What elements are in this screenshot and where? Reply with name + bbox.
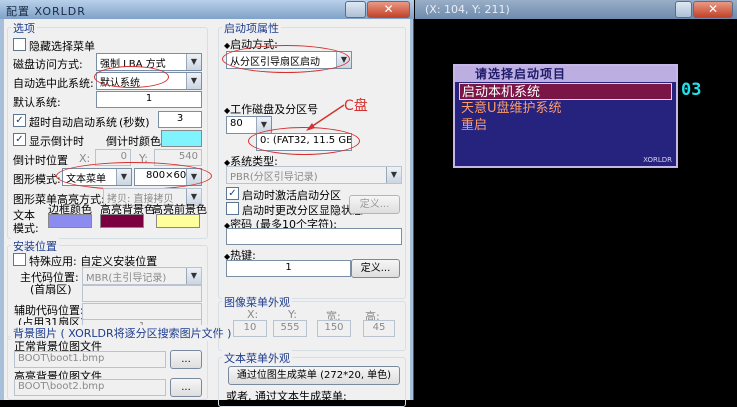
menu-header: 请选择启动项目 — [455, 66, 676, 82]
special-app-checkbox[interactable] — [13, 253, 26, 266]
activate-checkbox[interactable]: ✓ — [226, 187, 239, 200]
gm-h-input[interactable]: 45 — [363, 320, 395, 337]
or-text-label: 或者, 通过文本生成菜单: — [226, 390, 347, 403]
aux-code-extra[interactable] — [82, 303, 202, 320]
close-button[interactable]: ✕ — [367, 1, 410, 18]
text-style-label-2: 模式: — [13, 222, 39, 235]
countdown-display: 03 — [681, 80, 702, 100]
default-system-label: 默认系统: — [13, 96, 61, 109]
text-menu-title: 文本菜单外观 — [222, 350, 292, 366]
change-hidden-checkbox[interactable] — [226, 202, 239, 215]
highlight-fg-swatch[interactable] — [156, 214, 200, 228]
highlight-bg-swatch[interactable] — [100, 214, 144, 228]
annotation-oval — [94, 66, 169, 88]
annotation-oval — [248, 127, 360, 155]
disk-access-label: 磁盘访问方式: — [13, 58, 83, 71]
chevron-down-icon: ▼ — [386, 167, 401, 183]
options-title: 选项 — [11, 20, 37, 36]
minimize-button[interactable] — [345, 1, 366, 18]
normal-bg-input[interactable]: BOOT\boot1.bmp — [14, 351, 166, 368]
main-code-select[interactable]: MBR(主引导记录) ▼ — [82, 267, 202, 285]
preview-minimize-button[interactable] — [675, 1, 692, 18]
window-title: 配置 XORLDR — [6, 5, 86, 18]
close-icon: ✕ — [383, 2, 394, 16]
timeout-checkbox[interactable]: ✓ — [13, 114, 26, 127]
gen-from-bitmap-button[interactable]: 通过位图生成菜单 (272*20, 单色) — [228, 366, 400, 385]
preview-title-bar: (X: 104, Y: 211) ✕ — [415, 0, 737, 19]
menu-item[interactable]: 天意U盘维护系统 — [459, 100, 672, 117]
c-drive-annotation: C盘 — [344, 98, 368, 114]
timeout-seconds-label: (秒数) — [119, 116, 150, 129]
hide-menu-label: 隐藏选择菜单 — [29, 40, 95, 53]
annotation-oval — [222, 45, 350, 73]
gm-w-input[interactable]: 150 — [317, 320, 351, 337]
show-countdown-checkbox[interactable]: ✓ — [13, 133, 26, 146]
password-input[interactable] — [226, 228, 402, 245]
hide-menu-checkbox[interactable] — [13, 38, 26, 51]
define-hidden-button[interactable]: 定义... — [349, 195, 400, 214]
work-disk-label: ◆工作磁盘及分区号 — [224, 103, 319, 116]
hotkey-input[interactable]: 1 — [226, 260, 351, 277]
default-system-input[interactable]: 1 — [96, 91, 202, 108]
preview-title: (X: 104, Y: 211) — [425, 3, 510, 16]
graphics-mode-label: 图形模式: — [13, 173, 61, 186]
annotation-oval — [56, 162, 212, 190]
boot-item-title: 启动项属性 — [222, 20, 281, 36]
chevron-down-icon: ▼ — [186, 268, 201, 284]
highlight-bg-input[interactable]: BOOT\boot2.bmp — [14, 379, 166, 396]
client-area: 选项 隐藏选择菜单 磁盘访问方式: 强制 LBA 方式 ▼ 自动选中此系统: 默认… — [4, 19, 410, 407]
highlight-bg-browse-button[interactable]: ... — [170, 378, 202, 397]
config-window: 配置 XORLDR ✕ 选项 隐藏选择菜单 磁盘访问方式: 强制 LBA 方式 ▼… — [0, 0, 414, 407]
countdown-color-swatch[interactable] — [161, 130, 202, 147]
boot-menu-preview: 请选择启动项目 启动本机系统 天意U盘维护系统 重启 XORLDR — [453, 64, 678, 168]
normal-bg-browse-button[interactable]: ... — [170, 350, 202, 369]
auto-select-label: 自动选中此系统: — [13, 77, 94, 90]
install-title: 安装位置 — [11, 238, 59, 254]
preview-window: (X: 104, Y: 211) ✕ 请选择启动项目 启动本机系统 天意U盘维护… — [415, 0, 737, 400]
title-bar: 配置 XORLDR ✕ — [0, 0, 414, 19]
timeout-seconds-input[interactable]: 3 — [158, 111, 202, 128]
preview-close-button[interactable]: ✕ — [693, 1, 733, 18]
gm-x-input[interactable]: 10 — [233, 320, 267, 337]
countdown-color-label: 倒计时颜色: — [106, 135, 165, 148]
chevron-down-icon: ▼ — [186, 73, 201, 89]
x-label: X: — [79, 152, 91, 165]
countdown-pos-label: 倒计时位置 — [13, 154, 68, 167]
main-code-extra[interactable] — [82, 285, 202, 302]
gm-y-input[interactable]: 555 — [273, 320, 307, 337]
define-hotkey-button[interactable]: 定义... — [351, 259, 400, 278]
menu-item[interactable]: 重启 — [459, 117, 672, 134]
main-code-label-2: (首扇区) — [30, 283, 72, 296]
menu-item[interactable]: 启动本机系统 — [459, 83, 672, 100]
menu-footer: XORLDR — [643, 156, 672, 164]
activate-label: 启动时激活启动分区 — [242, 189, 341, 202]
close-icon: ✕ — [707, 2, 719, 16]
chevron-down-icon: ▼ — [186, 54, 201, 70]
system-type-select[interactable]: PBR(分区引导记录) ▼ — [226, 166, 402, 184]
show-countdown-label: 显示倒计时 — [29, 135, 84, 148]
timeout-label: 超时自动启动系统 — [29, 116, 117, 129]
border-color-swatch[interactable] — [48, 214, 92, 228]
